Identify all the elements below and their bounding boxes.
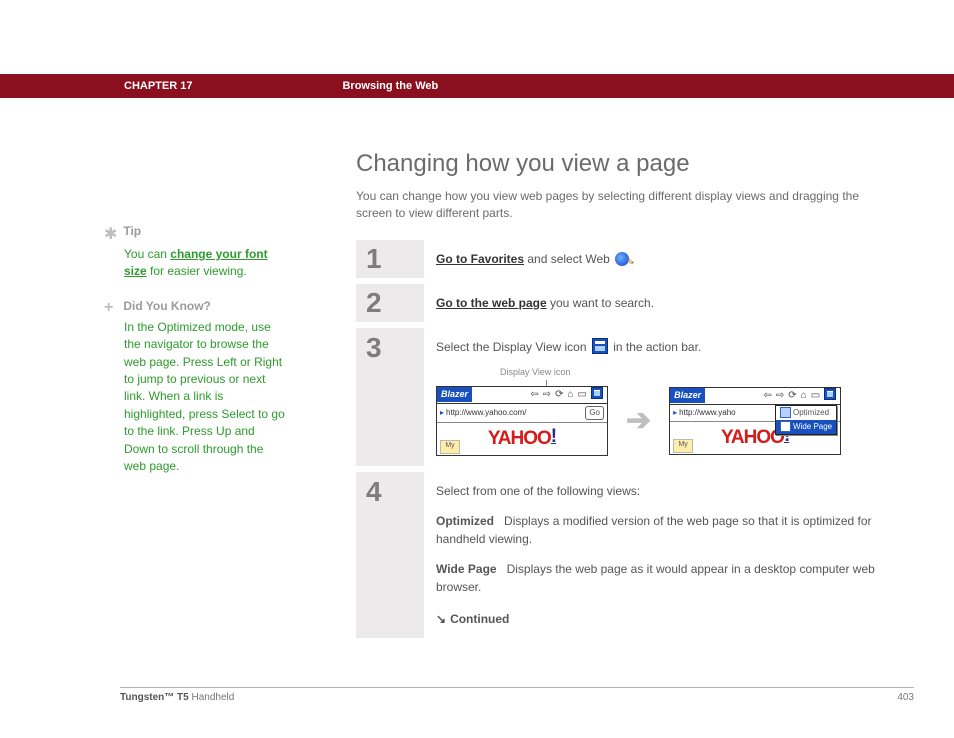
bookmark-icon: ▭	[811, 388, 820, 403]
footer-rule	[120, 687, 914, 688]
page-content: YAHOO!	[437, 423, 607, 455]
back-icon: ⇦	[530, 387, 538, 402]
go-to-web-page-link[interactable]: Go to the web page	[436, 296, 547, 310]
reload-icon: ⟳	[555, 387, 563, 402]
step-2: 2 Go to the web page you want to search.	[356, 284, 890, 322]
did-you-know-body: In the Optimized mode, use the navigator…	[124, 319, 286, 476]
wide-page-icon	[780, 421, 791, 432]
forward-icon: ⇨	[776, 388, 784, 403]
toolbar: ⇦ ⇨ ⟳ ⌂ ▭	[472, 387, 607, 402]
url-dropdown-icon: ▸	[440, 407, 444, 419]
app-name-label: Blazer	[437, 387, 472, 403]
tip-prefix: You can	[124, 247, 170, 261]
display-view-toolbar-icon	[824, 388, 836, 400]
figure-row: Display View icon Blazer ⇦ ⇨ ⟳ ⌂ ▭	[436, 386, 884, 456]
home-icon: ⌂	[801, 388, 807, 403]
chapter-number: CHAPTER 17	[124, 80, 192, 92]
step-2-number: 2	[356, 284, 424, 322]
step-2-rest: you want to search.	[547, 296, 654, 310]
chapter-title: Browsing the Web	[342, 80, 438, 92]
url-dropdown-icon: ▸	[673, 407, 677, 419]
display-view-menu: Optimized Wide Page	[775, 405, 837, 435]
step-3-before: Select the Display View icon	[436, 340, 590, 354]
tip-suffix: for easier viewing.	[147, 264, 247, 278]
product-name: Tungsten™ T5 Handheld	[120, 692, 234, 703]
chapter-header-bar: CHAPTER 17 Browsing the Web	[0, 74, 954, 98]
optimized-paragraph: Optimized Displays a modified version of…	[436, 512, 884, 548]
menu-item-optimized: Optimized	[776, 406, 836, 420]
back-icon: ⇦	[763, 388, 771, 403]
page-number: 403	[897, 692, 914, 703]
optimized-desc: Displays a modified version of the web p…	[436, 514, 872, 546]
yahoo-logo: YAHOO!	[488, 423, 556, 454]
footer: Tungsten™ T5 Handheld 403	[120, 692, 914, 703]
plus-icon: +	[104, 299, 120, 317]
step-1-number: 1	[356, 240, 424, 278]
optimized-label: Optimized	[436, 514, 494, 528]
step-1-rest: and select Web	[524, 252, 613, 266]
app-name-label-2: Blazer	[670, 388, 705, 404]
forward-icon: ⇨	[543, 387, 551, 402]
wide-page-paragraph: Wide Page Displays the web page as it wo…	[436, 560, 884, 596]
continued-indicator: ↘ Continued	[436, 610, 884, 628]
menu-item-wide-page: Wide Page	[776, 420, 836, 434]
main-content: Changing how you view a page You can cha…	[356, 150, 890, 644]
go-button: Go	[585, 406, 604, 420]
arrow-right-icon: ➔	[626, 398, 651, 443]
asterisk-icon: ✱	[104, 224, 120, 244]
did-you-know-block: + Did You Know? In the Optimized mode, u…	[106, 299, 286, 476]
step-1-body: Go to Favorites and select Web .	[424, 240, 890, 278]
step-2-body: Go to the web page you want to search.	[424, 284, 890, 322]
tip-block: ✱ Tip You can change your font size for …	[106, 224, 286, 281]
reload-icon: ⟳	[788, 388, 796, 403]
optimized-icon	[780, 407, 791, 418]
url-address: http://www.yahoo.com/	[446, 407, 583, 419]
step-3: 3 Select the Display View icon in the ac…	[356, 328, 890, 466]
did-you-know-heading: Did You Know?	[123, 299, 211, 313]
sidebar: ✱ Tip You can change your font size for …	[106, 224, 286, 493]
step-3-body: Select the Display View icon in the acti…	[424, 328, 890, 466]
wide-page-desc: Displays the web page as it would appear…	[436, 562, 875, 594]
display-view-icon	[592, 338, 608, 354]
page-title: Changing how you view a page	[356, 150, 890, 178]
toolbar-2: ⇦ ⇨ ⟳ ⌂ ▭	[705, 388, 840, 403]
step-4-number: 4	[356, 472, 424, 638]
home-icon: ⌂	[568, 387, 574, 402]
tip-heading: Tip	[123, 224, 141, 238]
wide-page-label: Wide Page	[436, 562, 497, 576]
device-screenshot-after: Blazer ⇦ ⇨ ⟳ ⌂ ▭ ▸ http://www.yaho	[669, 387, 841, 455]
display-view-toolbar-icon	[591, 387, 603, 399]
step-4-lead: Select from one of the following views:	[436, 482, 884, 500]
my-tab: My	[440, 440, 460, 454]
figure-label: Display View icon	[500, 366, 570, 380]
step-1: 1 Go to Favorites and select Web .	[356, 240, 890, 278]
my-tab-2: My	[673, 439, 693, 453]
continued-label: Continued	[450, 612, 509, 626]
step-4-body: Select from one of the following views: …	[424, 472, 890, 638]
tip-body: You can change your font size for easier…	[124, 246, 286, 281]
step-4: 4 Select from one of the following views…	[356, 472, 890, 638]
bookmark-icon: ▭	[578, 387, 587, 402]
down-right-arrow-icon: ↘	[436, 610, 446, 628]
web-globe-icon	[615, 252, 629, 266]
device-screenshot-before: Blazer ⇦ ⇨ ⟳ ⌂ ▭ ▸ http://www.yahoo.com/	[436, 386, 608, 456]
go-to-favorites-link[interactable]: Go to Favorites	[436, 252, 524, 266]
step-3-number: 3	[356, 328, 424, 466]
step-3-after: in the action bar.	[610, 340, 701, 354]
intro-text: You can change how you view web pages by…	[356, 188, 890, 222]
